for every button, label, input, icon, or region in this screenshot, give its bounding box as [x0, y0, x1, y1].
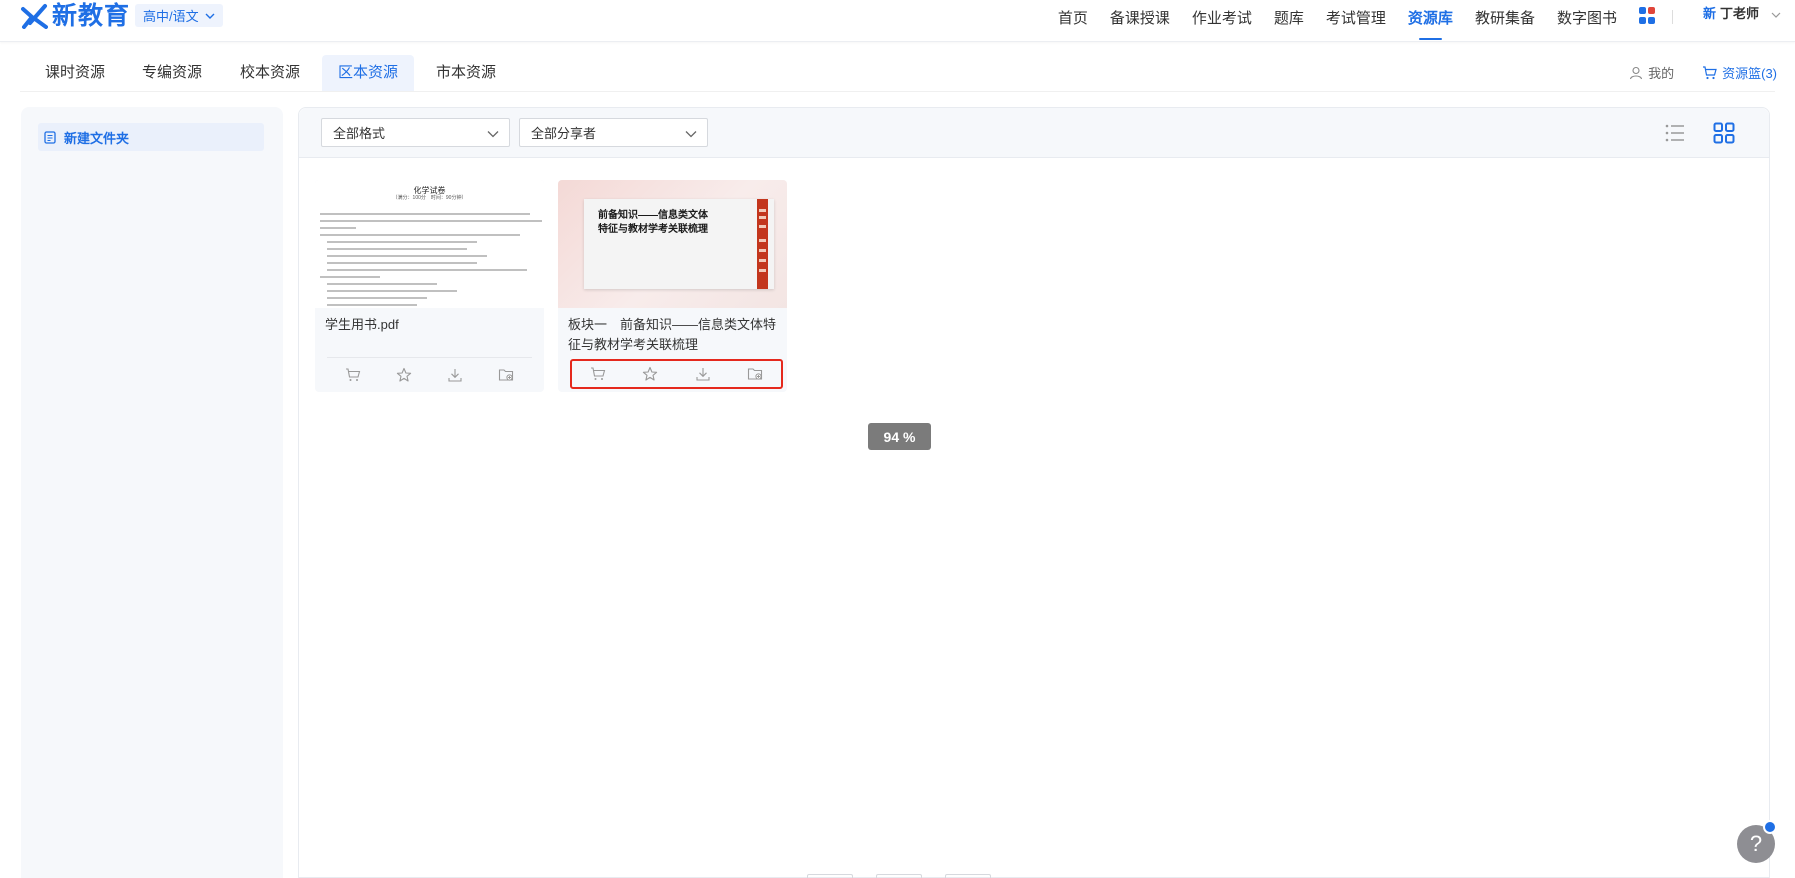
logo-text: 新教育: [52, 2, 131, 30]
star-icon[interactable]: [396, 367, 412, 383]
tab-district-resources[interactable]: 区本资源: [322, 55, 415, 91]
add-to-basket-icon[interactable]: [590, 366, 606, 382]
slide-side-bar: [757, 199, 768, 289]
slide-preview: 前备知识——信息类文体 特征与教材学考关联梳理: [584, 199, 774, 289]
pager-button[interactable]: [876, 874, 922, 878]
resource-title[interactable]: 学生用书.pdf: [325, 315, 535, 335]
resource-card[interactable]: 前备知识——信息类文体 特征与教材学考关联梳理 板块一 前备知识——信息类文体特…: [558, 180, 787, 392]
card-actions: [327, 357, 532, 391]
nav-item-question-bank[interactable]: 题库: [1274, 0, 1304, 42]
add-to-basket-icon[interactable]: [345, 367, 361, 383]
resource-tabs: 课时资源 专编资源 校本资源 区本资源 市本资源: [0, 53, 1795, 91]
folder-sidebar: 新建文件夹: [21, 107, 283, 878]
chevron-down-icon: [205, 13, 215, 19]
notification-dot: [1763, 820, 1777, 834]
new-folder-button[interactable]: 新建文件夹: [38, 123, 264, 151]
download-icon[interactable]: [447, 367, 463, 383]
add-to-folder-icon[interactable]: [747, 366, 763, 382]
nav-item-digital-books[interactable]: 数字图书: [1557, 0, 1617, 42]
tabs-divider: [20, 91, 1775, 92]
ppt-thumbnail[interactable]: 前备知识——信息类文体 特征与教材学考关联梳理: [558, 180, 787, 308]
resource-title[interactable]: 板块一 前备知识——信息类文体特征与教材学考关联梳理: [568, 315, 778, 355]
mine-link[interactable]: 我的: [1629, 63, 1674, 82]
pdf-thumbnail[interactable]: 化学试卷 （满分：100分 时间：90分钟）: [315, 180, 544, 308]
list-view-icon[interactable]: [1664, 122, 1686, 144]
card-actions-highlighted: [570, 359, 783, 389]
user-icon: [1630, 66, 1643, 79]
nav-item-homework-exam[interactable]: 作业考试: [1192, 0, 1252, 42]
pager-button[interactable]: [807, 874, 853, 878]
sharer-filter-select[interactable]: 全部分享者: [519, 118, 708, 147]
resource-basket-label: 资源篮(3): [1722, 66, 1777, 81]
filter-bar: 全部格式 全部分享者: [299, 108, 1769, 158]
user-avatar: 新: [1702, 6, 1716, 21]
sharer-filter-value: 全部分享者: [531, 126, 597, 141]
user-name: 丁老师: [1719, 6, 1759, 21]
cart-icon: [1703, 65, 1717, 79]
format-filter-select[interactable]: 全部格式: [321, 118, 510, 147]
nav-item-lesson-prep[interactable]: 备课授课: [1110, 0, 1170, 42]
grade-subject-select[interactable]: 高中/语文: [135, 4, 223, 27]
slide-heading: 前备知识——信息类文体 特征与教材学考关联梳理: [598, 210, 708, 235]
nav-item-resource-library[interactable]: 资源库: [1408, 0, 1453, 42]
grid-view-icon[interactable]: [1713, 122, 1735, 144]
tab-lesson-resources[interactable]: 课时资源: [29, 55, 121, 91]
tab-school-resources[interactable]: 校本资源: [224, 55, 316, 91]
chevron-down-icon: [685, 131, 697, 138]
user-menu[interactable]: 新 丁老师: [1703, 0, 1781, 22]
apps-grid-icon[interactable]: [1638, 7, 1656, 24]
logo-mark-icon: [21, 4, 48, 29]
logo[interactable]: 新教育: [20, 1, 130, 31]
document-icon: [44, 130, 56, 144]
tabs-toolbar: 我的 资源篮(3): [1629, 63, 1777, 82]
tab-special-resources[interactable]: 专编资源: [126, 55, 218, 91]
pager-button[interactable]: [945, 874, 991, 878]
resource-basket-link[interactable]: 资源篮(3): [1702, 63, 1777, 82]
nav-item-exam-management[interactable]: 考试管理: [1326, 0, 1386, 42]
tab-city-resources[interactable]: 市本资源: [420, 55, 512, 91]
star-icon[interactable]: [642, 366, 658, 382]
nav-item-teaching-research[interactable]: 教研集备: [1475, 0, 1535, 42]
chevron-down-icon: [487, 131, 499, 138]
thumbnail-subheading: （满分：100分 时间：90分钟）: [392, 195, 467, 201]
zoom-indicator: 94 %: [868, 423, 931, 450]
chevron-down-icon: [1771, 12, 1781, 18]
add-to-folder-icon[interactable]: [498, 367, 514, 383]
download-icon[interactable]: [695, 366, 711, 382]
nav-divider: [1671, 10, 1673, 24]
new-folder-label: 新建文件夹: [64, 130, 130, 146]
nav-item-home[interactable]: 首页: [1058, 0, 1088, 42]
mine-label: 我的: [1648, 66, 1675, 81]
grade-subject-label: 高中/语文: [143, 9, 199, 24]
format-filter-value: 全部格式: [333, 126, 386, 141]
resource-panel: 全部格式 全部分享者 化学试卷 （满分：100分 时间：90分钟） 学生用书.p…: [298, 107, 1770, 878]
resource-card[interactable]: 化学试卷 （满分：100分 时间：90分钟） 学生用书.pdf: [315, 180, 544, 392]
top-navigation-bar: 新教育 高中/语文 首页 备课授课 作业考试 题库 考试管理 资源库 教研集备 …: [0, 0, 1795, 42]
main-nav: 首页 备课授课 作业考试 题库 考试管理 资源库 教研集备 数字图书 新 丁老师: [1058, 0, 1795, 42]
